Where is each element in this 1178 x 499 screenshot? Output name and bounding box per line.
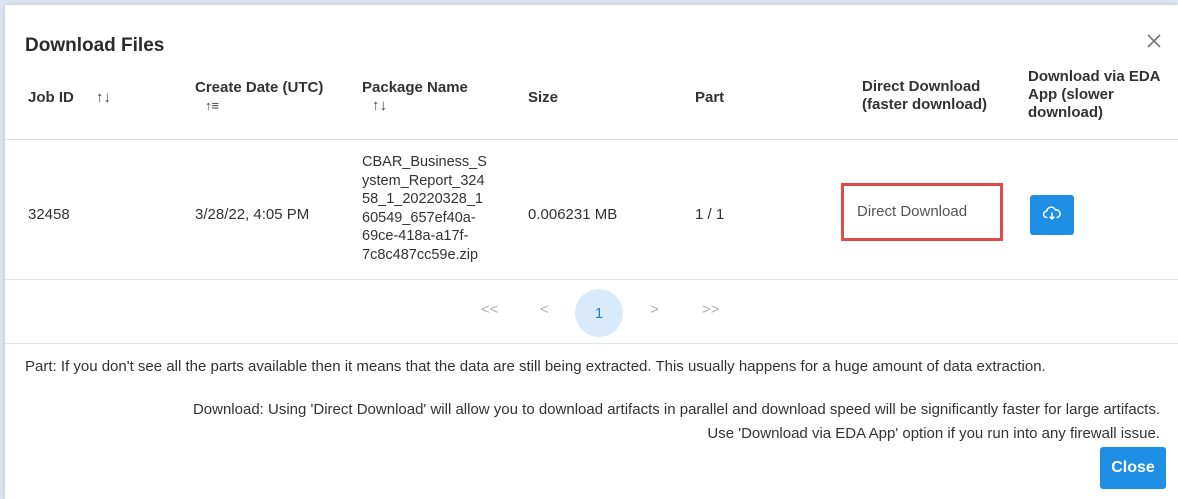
last-page-button[interactable]: >> bbox=[702, 301, 720, 318]
row-divider bbox=[5, 279, 1178, 280]
download-note-2: Use 'Download via EDA App' option if you… bbox=[707, 425, 1160, 442]
dialog-title: Download Files bbox=[25, 35, 165, 56]
header-part: Part bbox=[695, 89, 725, 106]
header-divider bbox=[5, 139, 1178, 140]
header-direct-download: Direct Download (faster download) bbox=[862, 78, 988, 113]
next-page-button[interactable]: > bbox=[650, 301, 659, 318]
cell-part: 1 / 1 bbox=[695, 206, 725, 223]
pagination-divider bbox=[5, 343, 1178, 344]
download-note-1: Download: Using 'Direct Download' will a… bbox=[192, 401, 1160, 418]
cloud-download-icon bbox=[1042, 205, 1061, 226]
direct-download-button[interactable]: Direct Download bbox=[857, 203, 967, 220]
first-page-button[interactable]: << bbox=[481, 301, 499, 318]
eda-download-button[interactable] bbox=[1030, 195, 1074, 235]
cell-job-id: 32458 bbox=[28, 206, 70, 223]
sort-icon[interactable]: ↑↓ bbox=[372, 97, 468, 115]
header-size: Size bbox=[528, 89, 559, 106]
prev-page-button[interactable]: < bbox=[540, 301, 549, 318]
header-job-id[interactable]: Job ID ↑↓ bbox=[28, 89, 111, 107]
cell-package-name: CBAR_Business_S ystem_Report_324 58_1_20… bbox=[362, 154, 487, 263]
header-create-date[interactable]: Create Date (UTC) ↑≡ bbox=[195, 79, 323, 115]
sort-icon[interactable]: ↑↓ bbox=[96, 89, 111, 106]
cell-create-date: 3/28/22, 4:05 PM bbox=[195, 206, 310, 223]
close-button[interactable]: Close bbox=[1100, 447, 1166, 489]
close-icon[interactable] bbox=[1142, 29, 1166, 53]
header-package-name[interactable]: Package Name ↑↓ bbox=[362, 79, 468, 115]
header-eda-app: Download via EDA App (slower download) bbox=[1028, 68, 1161, 121]
cell-size: 0.006231 MB bbox=[528, 206, 618, 223]
part-note: Part: If you don't see all the parts ava… bbox=[25, 358, 1046, 375]
sort-icon[interactable]: ↑≡ bbox=[205, 97, 323, 115]
download-files-dialog: Download Files Job ID ↑↓ Create Date (UT… bbox=[5, 5, 1178, 499]
page-number-current[interactable]: 1 bbox=[575, 289, 623, 337]
